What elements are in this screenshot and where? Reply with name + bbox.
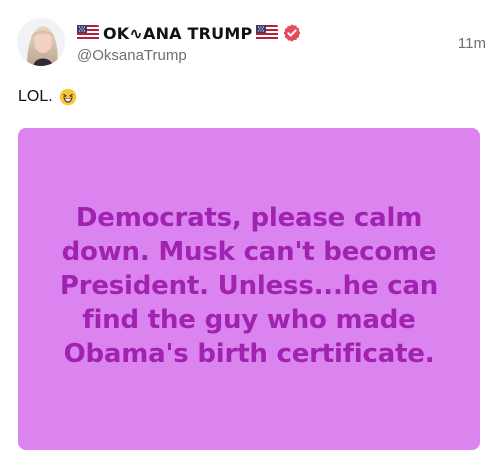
us-flag-icon (77, 25, 99, 41)
post-header: OK∿ANA TRUMP @OksanaTrump (77, 22, 487, 68)
media-text-line: Democrats, please calm (75, 203, 423, 233)
us-flag-icon (256, 25, 279, 41)
name-row: OK∿ANA TRUMP (77, 22, 487, 44)
display-name[interactable]: OK∿ANA TRUMP (103, 24, 252, 43)
post-text: LOL. (18, 88, 77, 106)
post-body-text: LOL. (18, 88, 53, 105)
post-card: OK∿ANA TRUMP @OksanaTrump 11m LOL. Democ… (0, 0, 500, 472)
media-text-block: Democrats, please calm down. Musk can't … (60, 201, 438, 371)
avatar[interactable] (17, 18, 65, 66)
media-text-line: President. Unless...he can (59, 271, 439, 301)
post-media-image[interactable]: Democrats, please calm down. Musk can't … (18, 128, 480, 450)
media-text-line: down. Musk can't become (61, 237, 437, 267)
post-timestamp[interactable]: 11m (458, 35, 486, 52)
verified-badge-icon (282, 23, 302, 43)
media-text-line: Obama's birth certificate. (63, 339, 435, 369)
avatar-photo (17, 18, 65, 66)
user-handle[interactable]: @OksanaTrump (77, 47, 487, 64)
media-text-line: find the guy who made (82, 305, 416, 335)
grinning-squinting-face-icon (59, 88, 77, 106)
